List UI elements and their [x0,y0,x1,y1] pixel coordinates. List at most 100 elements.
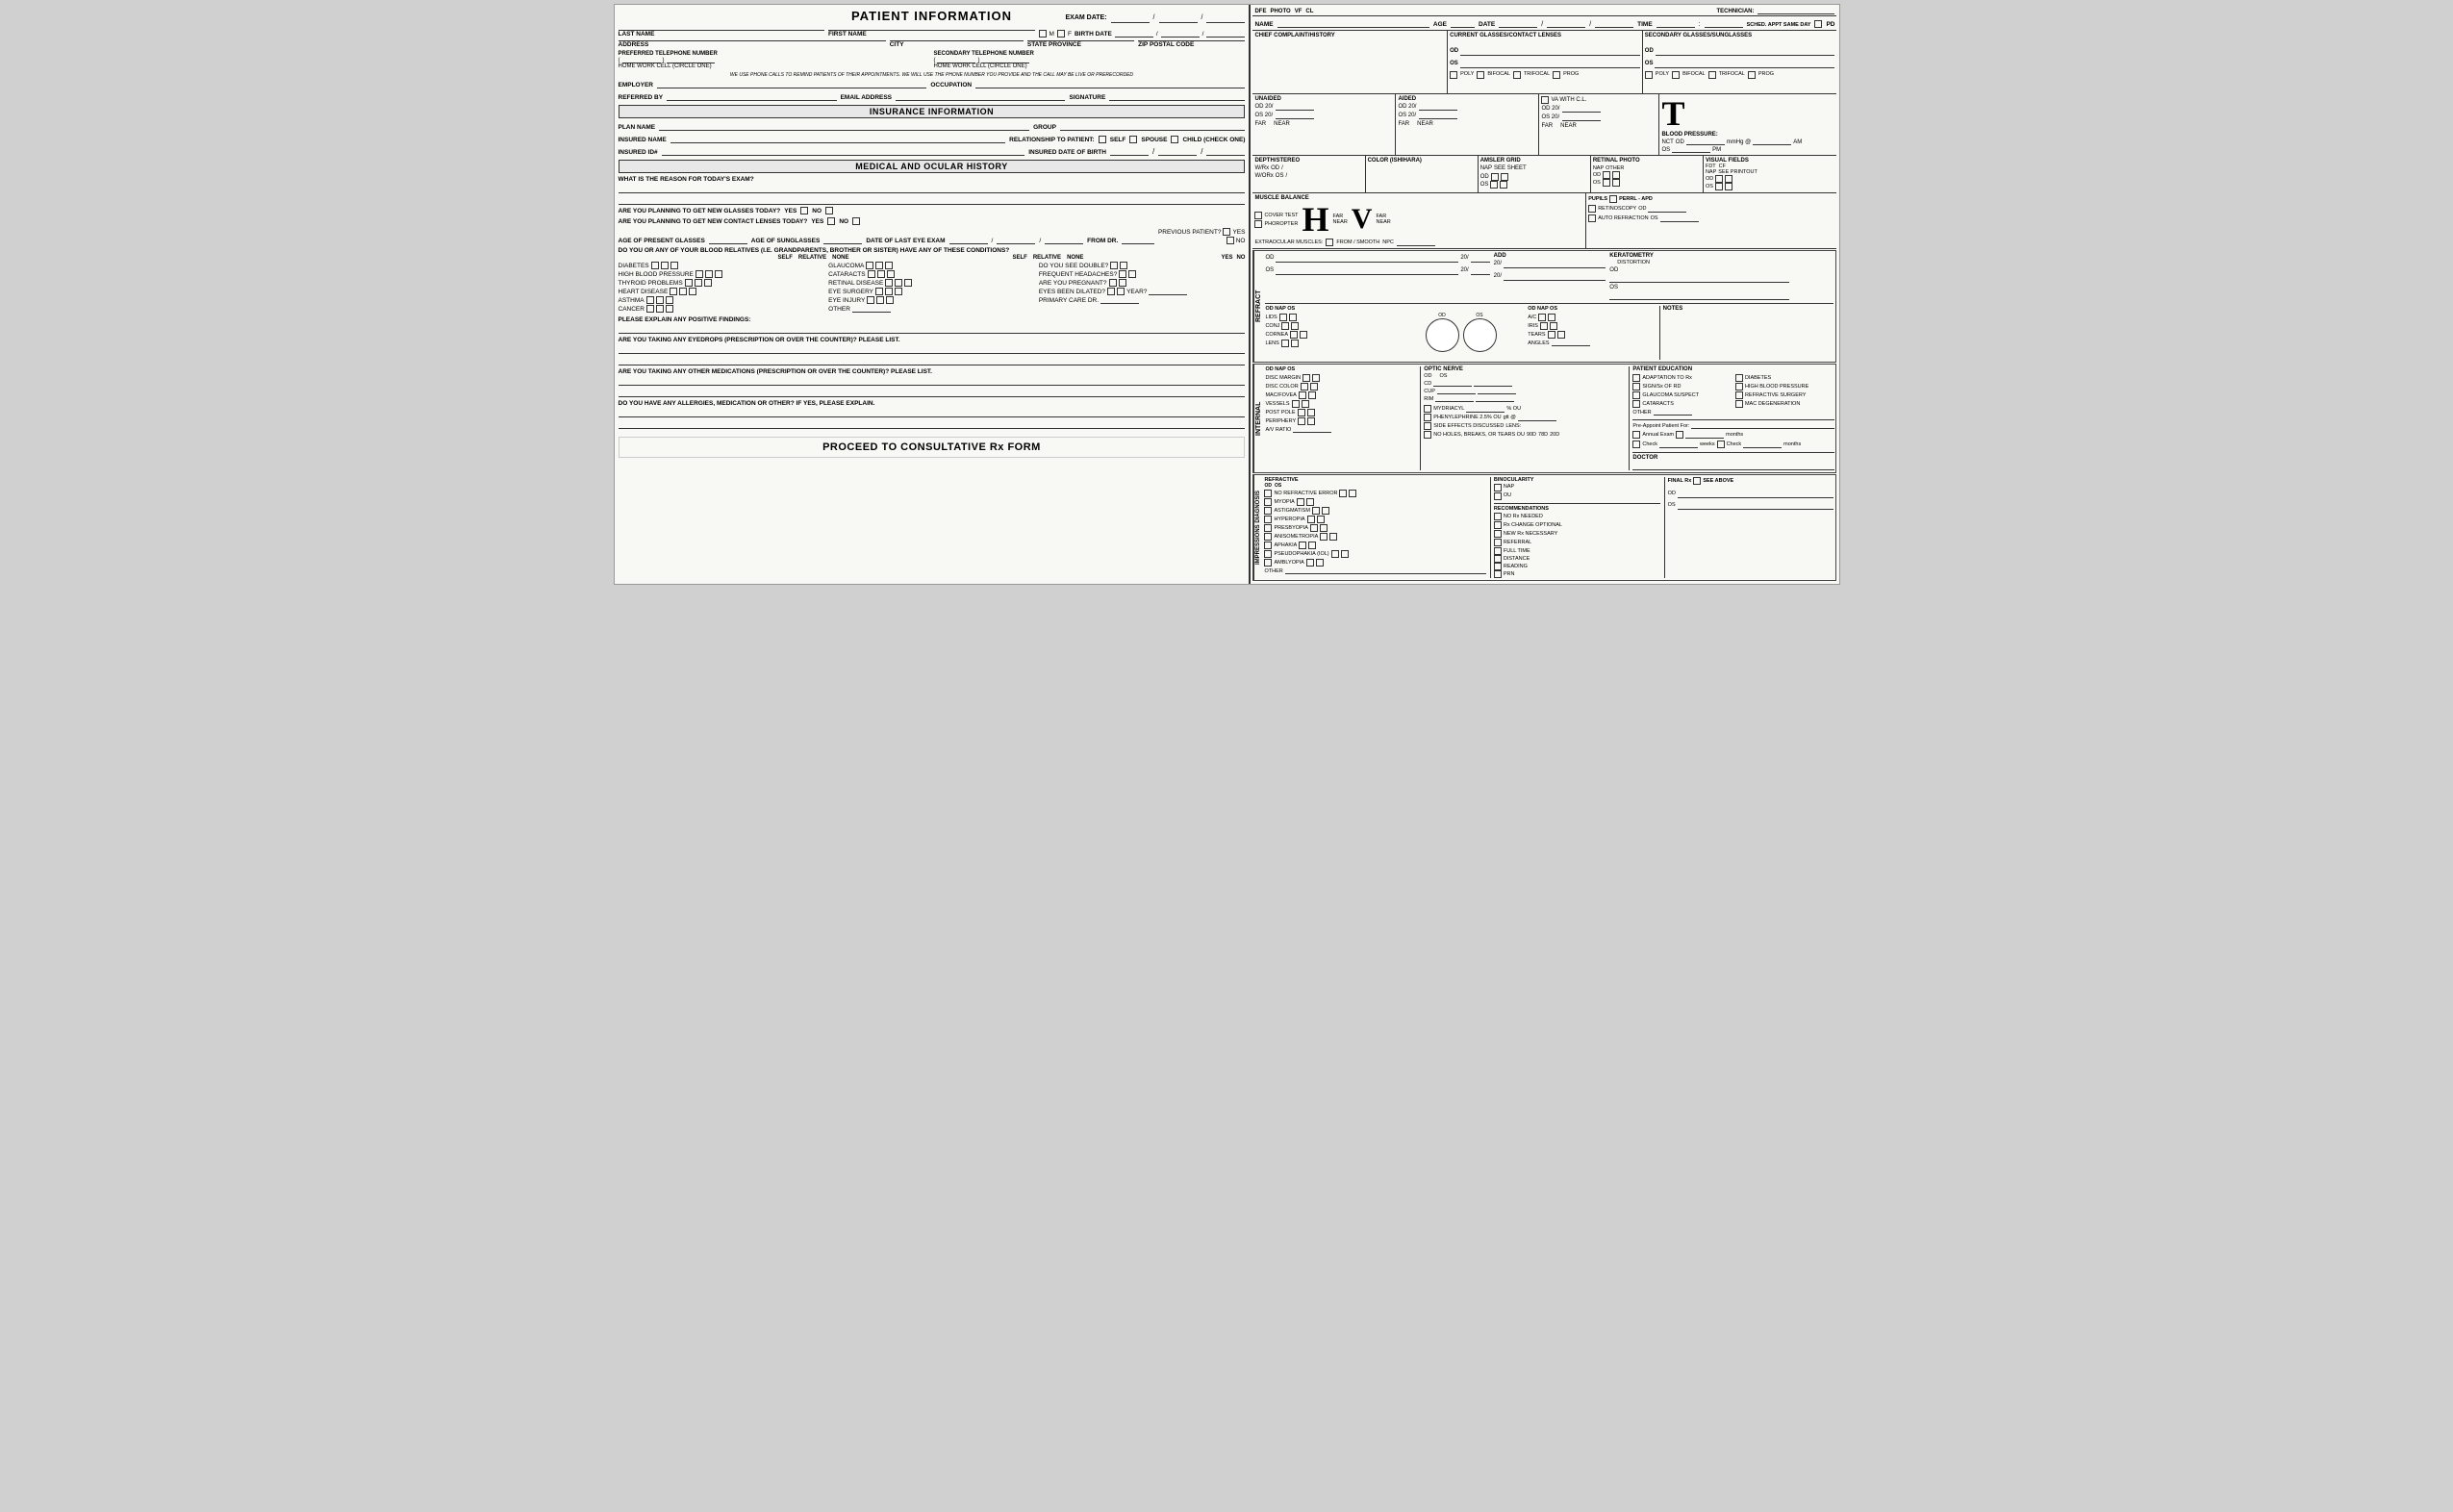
cl-label: CL [1305,9,1313,14]
cataracts-none[interactable] [887,270,895,278]
vf-label: VF [1295,9,1302,14]
asthma-relative[interactable] [656,296,664,304]
prev-no[interactable] [1226,237,1234,244]
trifocal-cb1[interactable] [1513,71,1521,79]
cancer-none[interactable] [666,305,673,313]
retinal-none[interactable] [904,279,912,287]
glaucoma-self[interactable] [866,262,873,269]
group-field[interactable] [1060,121,1245,131]
heart-self[interactable] [670,288,677,295]
diabetes-relative[interactable] [661,262,669,269]
trifocal-cb2[interactable] [1708,71,1716,79]
hbp-self[interactable] [695,270,703,278]
top-bar: DFE PHOTO VF CL TECHNICIAN: [1252,7,1836,16]
child-checkbox[interactable] [1171,136,1178,143]
hbp-none[interactable] [715,270,722,278]
prev-yes[interactable] [1223,228,1230,236]
thyroid-none[interactable] [704,279,712,287]
dilated-yes[interactable] [1107,288,1115,295]
hbp-relative[interactable] [705,270,713,278]
cataracts-self[interactable] [868,270,875,278]
positive-line[interactable] [619,324,1246,334]
female-checkbox[interactable] [1057,30,1065,38]
glaucoma-none[interactable] [885,262,893,269]
bifocal-cb2[interactable] [1672,71,1680,79]
exam-date-field[interactable] [1111,13,1150,23]
spouse-checkbox[interactable] [1129,136,1137,143]
cancer-self[interactable] [646,305,654,313]
headache-yes[interactable] [1119,270,1126,278]
cancer-relative[interactable] [656,305,664,313]
reason-line1[interactable] [619,184,1246,193]
right-panel: DFE PHOTO VF CL TECHNICIAN: NAME AGE DAT… [1251,5,1838,584]
asthma-self[interactable] [646,296,654,304]
blood-relatives-q: DO YOU OR ANY OF YOUR BLOOD RELATIVES (I… [619,247,1246,254]
od-eye-diagram [1426,318,1459,352]
dfe-label: DFE [1254,9,1266,14]
va-cl-cb[interactable] [1541,96,1549,104]
contacts-yes[interactable] [827,217,835,225]
eyeinj-none[interactable] [886,296,894,304]
reason-line2[interactable] [619,195,1246,205]
cataracts-relative[interactable] [877,270,885,278]
prog-cb2[interactable] [1748,71,1756,79]
diabetes-self[interactable] [651,262,659,269]
eyeinj-self[interactable] [867,296,874,304]
double-no[interactable] [1120,262,1127,269]
asthma-none[interactable] [666,296,673,304]
double-yes[interactable] [1110,262,1118,269]
prog-cb1[interactable] [1553,71,1560,79]
pregnant-yes[interactable] [1109,279,1117,287]
occupation-field[interactable] [975,79,1245,88]
poly-cb2[interactable] [1645,71,1653,79]
referred-field[interactable] [667,91,836,101]
glasses-no[interactable] [825,207,833,214]
group-label: GROUP [1033,124,1056,131]
signature-field[interactable] [1109,91,1245,101]
eyesurg-none[interactable] [895,288,902,295]
medications-q: ARE YOU TAKING ANY OTHER MEDICATIONS (PR… [619,368,1246,375]
eyesurg-self[interactable] [875,288,883,295]
glaucoma-relative[interactable] [875,262,883,269]
pd-checkbox[interactable] [1814,20,1822,28]
email-label: EMAIL ADDRESS [841,94,892,101]
glasses-yes[interactable] [800,207,808,214]
employer-field[interactable] [657,79,926,88]
contacts-no[interactable] [852,217,860,225]
complaint-section: CHIEF COMPLAINT/HISTORY CURRENT GLASSES/… [1252,31,1836,94]
headache-no[interactable] [1128,270,1136,278]
insured-name-field[interactable] [670,134,1005,143]
eyedrops-q: ARE YOU TAKING ANY EYEDROPS (PRESCRIPTIO… [619,337,1246,343]
allergies-q: DO YOU HAVE ANY ALLERGIES, MEDICATION OR… [619,400,1246,407]
insured-id-field[interactable] [662,146,1025,156]
diabetes-none[interactable] [670,262,678,269]
plan-field[interactable] [659,121,1029,131]
exam-month-field[interactable] [1159,13,1198,23]
retinal-self[interactable] [885,279,893,287]
email-field[interactable] [896,91,1065,101]
pregnant-no[interactable] [1119,279,1126,287]
patient-name-field[interactable] [1277,18,1429,28]
insurance-header: INSURANCE INFORMATION [619,105,1246,118]
thyroid-self[interactable] [685,279,693,287]
home-work-label1: HOME WORK CELL (CIRCLE ONE) [619,63,930,69]
eyeinj-relative[interactable] [876,296,884,304]
contacts-q: ARE YOU PLANNING TO GET NEW CONTACT LENS… [619,218,808,225]
eyesurg-relative[interactable] [885,288,893,295]
occupation-label: OCCUPATION [930,82,972,88]
heart-none[interactable] [689,288,696,295]
poly-cb1[interactable] [1450,71,1457,79]
bifocal-cb1[interactable] [1477,71,1484,79]
signature-label: SIGNATURE [1069,94,1105,101]
dilated-no[interactable] [1117,288,1125,295]
insured-dob-label: INSURED DATE OF BIRTH [1028,149,1106,156]
thyroid-relative[interactable] [695,279,702,287]
retinal-relative[interactable] [895,279,902,287]
heart-relative[interactable] [679,288,687,295]
self-checkbox[interactable] [1099,136,1106,143]
refract-section: REFRACT OD 20/ OS 20/ [1252,250,1836,363]
big-t: T [1661,96,1834,131]
male-checkbox[interactable] [1039,30,1047,38]
referred-label: REFERRED BY [619,94,664,101]
exam-year-field[interactable] [1206,13,1245,23]
